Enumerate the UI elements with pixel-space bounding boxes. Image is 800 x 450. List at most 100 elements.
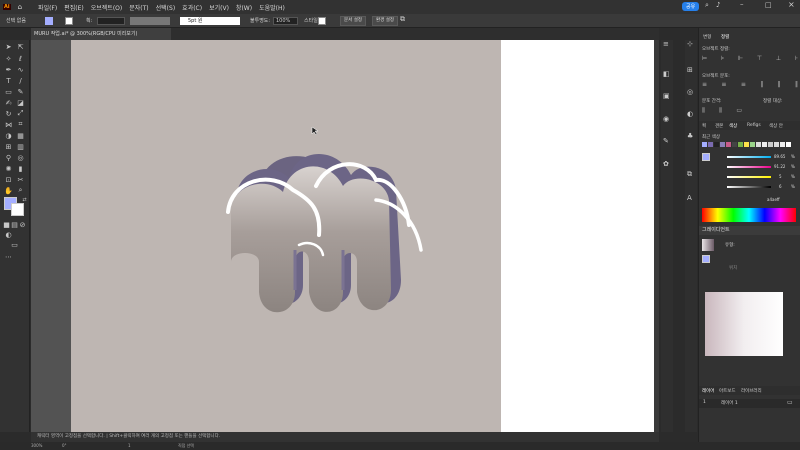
menu-type[interactable]: 문자(T)	[129, 3, 148, 12]
layer-row[interactable]: 1 레이어 1 ▭	[699, 399, 800, 408]
eraser-icon[interactable]: ◪	[16, 98, 25, 107]
menu-effect[interactable]: 효과(C)	[182, 3, 202, 12]
shaper-icon[interactable]: ✍	[4, 98, 13, 107]
tab-libraries[interactable]: 라이브러리	[741, 388, 762, 394]
distribute-spacing-buttons[interactable]: ⫼ ⫼ ▭	[702, 107, 742, 115]
slider-y[interactable]	[727, 176, 771, 178]
canvas-area[interactable]	[31, 40, 659, 432]
tab-swatches[interactable]: 견본	[715, 123, 723, 129]
mesh-tool-icon[interactable]: ⊞	[4, 142, 13, 151]
stroke-weight-field[interactable]	[97, 17, 125, 25]
menu-file[interactable]: 파일(F)	[38, 3, 57, 12]
menu-window[interactable]: 창(W)	[236, 3, 252, 12]
close-icon[interactable]: ×	[788, 0, 795, 9]
c-value[interactable]: 89.65	[774, 154, 785, 159]
stroke-swatch[interactable]	[65, 17, 73, 25]
gradient-swatch-large[interactable]	[705, 292, 783, 356]
stroke-color-box[interactable]	[11, 203, 24, 216]
swap-colors-icon[interactable]: ⇄	[20, 195, 29, 204]
arrange-icon[interactable]: ⧉	[400, 15, 405, 24]
curvature-icon[interactable]: ∿	[16, 65, 25, 74]
none-mode-icon[interactable]: ⊘	[18, 220, 27, 229]
lasso-icon[interactable]: ℓ	[16, 54, 25, 63]
magic-wand-icon[interactable]: ✧	[4, 54, 13, 63]
type-tool-icon[interactable]: T	[4, 76, 13, 85]
transform-strip-icon[interactable]: ⊹	[687, 40, 693, 48]
glyph-strip-icon[interactable]: A	[687, 194, 692, 202]
variable-width-field[interactable]	[130, 17, 170, 25]
scale-icon[interactable]: ⤢	[16, 109, 25, 118]
draw-mode-icon[interactable]: ◐	[4, 230, 13, 239]
tab-color[interactable]: 색상	[729, 123, 737, 129]
k-value[interactable]: 6	[779, 184, 782, 189]
zoom-tool-icon[interactable]: ⌕	[16, 186, 25, 195]
distribute-objects-buttons[interactable]: ≡ ≡ ≡ ‖ ‖ ‖	[702, 81, 798, 89]
maximize-icon[interactable]: □	[765, 1, 772, 9]
color-strip-icon[interactable]: ◉	[663, 115, 669, 123]
y-value[interactable]: 5	[779, 174, 782, 179]
align-objects-buttons[interactable]: ⊨ ⊧ ⊩ ⊤ ⊥ ⊦	[702, 55, 798, 63]
paintbrush-icon[interactable]: ✎	[16, 87, 25, 96]
menu-help[interactable]: 도움말(H)	[259, 3, 285, 12]
rotate-icon[interactable]: ↻	[4, 109, 13, 118]
rotate-field[interactable]: 0°	[62, 442, 67, 450]
shape-builder-icon[interactable]: ◑	[4, 131, 13, 140]
gradient-fill-proxy[interactable]	[702, 255, 710, 263]
slider-m[interactable]	[727, 166, 771, 168]
color-fill-proxy[interactable]	[702, 153, 710, 161]
tab-color-guide[interactable]: 색상 안	[769, 123, 783, 129]
hex-value[interactable]: a4aeff	[767, 197, 780, 202]
brush-strip-icon[interactable]: ✎	[663, 137, 669, 145]
pathfinder-strip-icon[interactable]: ◎	[687, 88, 693, 96]
tab-refigs[interactable]: Refigs	[747, 123, 761, 128]
symbol-sprayer-icon[interactable]: ✺	[4, 164, 13, 173]
bell-icon[interactable]: ♪	[716, 1, 720, 9]
line-tool-icon[interactable]: /	[16, 76, 25, 85]
graphic-styles-icon[interactable]: ♣	[687, 132, 693, 140]
eyedropper-icon[interactable]: ⚲	[4, 153, 13, 162]
tab-align[interactable]: 정렬	[721, 34, 729, 40]
properties-icon[interactable]: ≡	[663, 40, 669, 48]
placed-image[interactable]	[71, 40, 501, 432]
recent-swatches[interactable]	[702, 142, 798, 147]
folder-icon[interactable]: ▭	[787, 399, 793, 406]
brush-select[interactable]: 5pt 원	[180, 17, 240, 25]
more-tools-icon[interactable]: ⋯	[4, 252, 13, 261]
direct-selection-tool-icon[interactable]: ⇱	[16, 42, 25, 51]
screen-mode-icon[interactable]: ▭	[10, 240, 19, 249]
appearance-strip-icon[interactable]: ◐	[687, 110, 693, 118]
opacity-field[interactable]: 100%	[273, 17, 298, 25]
free-transform-icon[interactable]: ⌗	[16, 120, 25, 129]
graph-tool-icon[interactable]: ▮	[16, 164, 25, 173]
m-value[interactable]: 91.22	[774, 164, 785, 169]
width-tool-icon[interactable]: ⋈	[4, 120, 13, 129]
search-icon[interactable]: ⌕	[705, 1, 709, 10]
gradient-preview[interactable]	[702, 239, 714, 251]
menu-object[interactable]: 오브젝트(O)	[91, 3, 123, 12]
tab-transform[interactable]: 변형	[703, 34, 711, 40]
align-strip-icon[interactable]: ⊞	[687, 66, 693, 74]
blend-icon[interactable]: ◎	[16, 153, 25, 162]
hand-tool-icon[interactable]: ✋	[4, 186, 13, 195]
tab-stroke[interactable]: 획	[702, 123, 706, 129]
color-spectrum[interactable]	[702, 208, 796, 222]
zoom-field[interactable]: 300%	[31, 442, 42, 450]
document-tab[interactable]: MURU 작업.ai* @ 300%(RGB/CPU 미리보기)	[31, 28, 171, 40]
style-swatch[interactable]	[318, 17, 326, 25]
gradient-tool-icon[interactable]: ▥	[16, 142, 25, 151]
fill-swatch[interactable]	[45, 17, 53, 25]
document-setup-button[interactable]: 문서 설정	[340, 16, 366, 26]
artboard-tool-icon[interactable]: ⊡	[4, 175, 13, 184]
tab-artboards[interactable]: 아트보드	[719, 388, 736, 394]
links-strip-icon[interactable]: ⧉	[687, 170, 692, 179]
selection-tool-icon[interactable]: ➤	[4, 42, 13, 51]
share-button[interactable]: 공유	[682, 2, 700, 11]
libraries-icon[interactable]: ▣	[663, 92, 670, 100]
preferences-button[interactable]: 환경 설정	[372, 16, 398, 26]
vertical-scrollbar[interactable]	[654, 40, 659, 432]
artboard-nav[interactable]: 1	[128, 442, 131, 450]
slider-c[interactable]	[727, 156, 771, 158]
layers-strip-icon[interactable]: ◧	[663, 70, 670, 78]
slice-tool-icon[interactable]: ✂	[16, 175, 25, 184]
menu-view[interactable]: 보기(V)	[209, 3, 229, 12]
